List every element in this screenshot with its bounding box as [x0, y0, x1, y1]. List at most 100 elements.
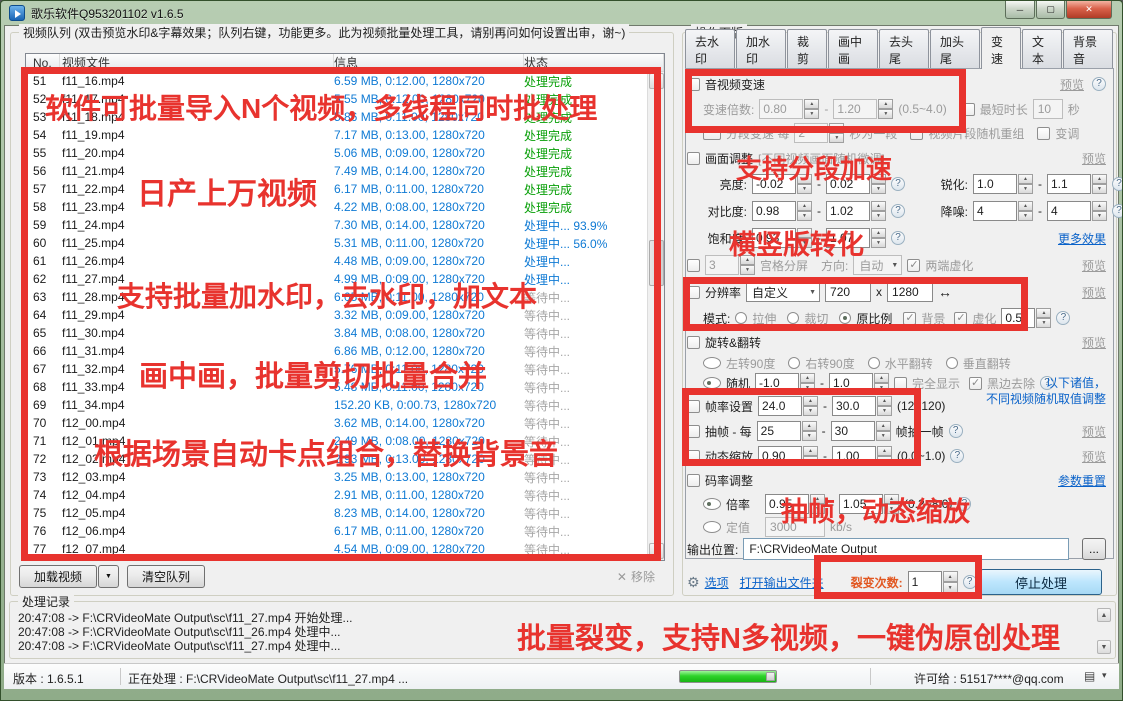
bitrate-checkbox[interactable] [687, 474, 700, 487]
stretch-radio[interactable] [735, 312, 747, 324]
edge-blur-checkbox[interactable] [907, 259, 920, 272]
table-row[interactable]: 62f11_27.mp44.99 MB, 0:09.00, 1280x720处理… [26, 270, 664, 288]
ratio-radio[interactable] [839, 312, 851, 324]
table-row[interactable]: 70f12_00.mp43.62 MB, 0:14.00, 1280x720等待… [26, 414, 664, 432]
segment-spinner[interactable]: 2▲▼ [794, 123, 844, 143]
table-row[interactable]: 55f11_20.mp45.06 MB, 0:09.00, 1280x720处理… [26, 144, 664, 162]
rotate-right-radio[interactable] [788, 357, 800, 369]
saturation-min-spinner[interactable]: 0.93▲▼ [752, 228, 812, 248]
table-row[interactable]: 65f11_30.mp43.84 MB, 0:08.00, 1280x720等待… [26, 324, 664, 342]
grid-spinner[interactable]: 3▲▼ [705, 255, 755, 275]
resolution-mode-dropdown[interactable]: 自定义▼ [746, 282, 820, 302]
grid-checkbox[interactable] [687, 259, 700, 272]
close-button[interactable]: ✕ [1066, 1, 1112, 19]
table-row[interactable]: 57f11_22.mp46.17 MB, 0:11.00, 1280x720处理… [26, 180, 664, 198]
saturation-help-icon[interactable]: ? [891, 231, 905, 245]
table-row[interactable]: 67f11_32.mp45.76 MB, 0:11.00, 1280x720等待… [26, 360, 664, 378]
log-scroll-down-icon[interactable]: ▼ [1097, 640, 1111, 654]
table-row[interactable]: 64f11_29.mp43.32 MB, 0:09.00, 1280x720等待… [26, 306, 664, 324]
table-row[interactable]: 52f11_17.mp45.55 MB, 0:12.00, 1280x720处理… [26, 90, 664, 108]
reset-params-link[interactable]: 参数重置 [1058, 472, 1106, 489]
brightness-max-spinner[interactable]: 0.02▲▼ [826, 174, 886, 194]
resolution-checkbox[interactable] [687, 286, 700, 299]
framerate-min-spinner[interactable]: 24.0▲▼ [758, 396, 818, 416]
denoise-max-spinner[interactable]: 4▲▼ [1047, 201, 1107, 221]
col-no[interactable]: No. [26, 54, 60, 71]
table-row[interactable]: 73f12_03.mp43.25 MB, 0:13.00, 1280x720等待… [26, 468, 664, 486]
full-display-checkbox[interactable] [894, 377, 907, 390]
saturation-max-spinner[interactable]: 1.07▲▼ [826, 228, 886, 248]
output-path-input[interactable]: F:\CRVideoMate Output [743, 538, 1069, 560]
brightness-min-spinner[interactable]: -0.02▲▼ [752, 174, 812, 194]
col-status[interactable]: 状态 [524, 54, 664, 71]
rotate-max-spinner[interactable]: 1.0▲▼ [829, 373, 889, 393]
bitrate-fixed-radio[interactable] [703, 521, 721, 533]
minlen-checkbox[interactable] [962, 103, 975, 116]
extract-max-spinner[interactable]: 30▲▼ [831, 421, 891, 441]
vflip-radio[interactable] [946, 357, 958, 369]
bitrate-ratio-radio[interactable] [703, 498, 721, 510]
crop-radio[interactable] [787, 312, 799, 324]
table-row[interactable]: 66f11_31.mp46.86 MB, 0:12.00, 1280x720等待… [26, 342, 664, 360]
bitrate-max-spinner[interactable]: 1.05▲▼ [839, 494, 899, 514]
scroll-thumb[interactable] [649, 240, 664, 286]
extract-preview-link[interactable]: 预览 [1082, 423, 1106, 440]
speed-max-spinner[interactable]: 1.20▲▼ [833, 99, 893, 119]
bg-checkbox[interactable] [903, 312, 916, 325]
dynzoom-max-spinner[interactable]: 1.00▲▼ [832, 446, 892, 466]
picture-preview-link[interactable]: 预览 [1082, 150, 1106, 167]
open-output-folder-link[interactable]: 打开输出文件夹 [740, 574, 824, 591]
resolution-height-input[interactable]: 1280 [887, 282, 933, 302]
dynzoom-preview-link[interactable]: 预览 [1082, 448, 1106, 465]
bitrate-min-spinner[interactable]: 0.95▲▼ [765, 494, 825, 514]
table-row[interactable]: 77f12_07.mp44.54 MB, 0:09.00, 1280x720等待… [26, 540, 664, 558]
list-scrollbar[interactable]: ▲ ▼ [647, 72, 664, 560]
table-row[interactable]: 51f11_16.mp46.59 MB, 0:12.00, 1280x720处理… [26, 72, 664, 90]
grid-direction-dropdown[interactable]: 自动▼ [853, 255, 902, 275]
contrast-min-spinner[interactable]: 0.98▲▼ [752, 201, 812, 221]
menu-arrow-icon[interactable]: ▾ [1102, 670, 1107, 681]
speed-min-spinner[interactable]: 0.80▲▼ [759, 99, 819, 119]
sharpen-min-spinner[interactable]: 1.0▲▼ [973, 174, 1033, 194]
stop-processing-button[interactable]: 停止处理 [980, 569, 1102, 595]
speed-preview-link[interactable]: 预览 [1060, 76, 1084, 93]
more-effects-link[interactable]: 更多效果 [1058, 230, 1106, 247]
table-row[interactable]: 61f11_26.mp44.48 MB, 0:09.00, 1280x720处理… [26, 252, 664, 270]
log-scroll-up-icon[interactable]: ▲ [1097, 608, 1111, 622]
table-row[interactable]: 75f12_05.mp48.23 MB, 0:14.00, 1280x720等待… [26, 504, 664, 522]
dynzoom-checkbox[interactable] [687, 450, 700, 463]
bitrate-help-icon[interactable]: ? [957, 497, 971, 511]
table-row[interactable]: 53f11_18.mp45.86 MB, 0:11.00, 1280x720处理… [26, 108, 664, 126]
table-row[interactable]: 74f12_04.mp42.91 MB, 0:11.00, 1280x720等待… [26, 486, 664, 504]
tab-画中画[interactable]: 画中画 [828, 29, 878, 69]
grid-preview-link[interactable]: 预览 [1082, 257, 1106, 274]
fission-spinner[interactable]: 1▲▼ [908, 571, 958, 593]
dynzoom-help-icon[interactable]: ? [950, 449, 964, 463]
scroll-down-icon[interactable]: ▼ [649, 543, 664, 559]
reorder-checkbox[interactable] [910, 127, 923, 140]
table-row[interactable]: 76f12_06.mp46.17 MB, 0:11.00, 1280x720等待… [26, 522, 664, 540]
extract-checkbox[interactable] [687, 425, 700, 438]
load-video-dropdown[interactable]: ▼ [98, 565, 119, 588]
table-row[interactable]: 54f11_19.mp47.17 MB, 0:13.00, 1280x720处理… [26, 126, 664, 144]
fission-help-icon[interactable]: ? [963, 575, 977, 589]
resolution-help-icon[interactable]: ? [1056, 311, 1070, 325]
speed-help-icon[interactable]: ? [1092, 77, 1106, 91]
rotate-left-radio[interactable] [703, 357, 721, 369]
minimize-button[interactable]: ─ [1005, 1, 1035, 19]
browse-button[interactable]: ... [1082, 538, 1106, 560]
tab-裁剪[interactable]: 裁剪 [787, 29, 827, 69]
blackedge-checkbox[interactable] [969, 377, 982, 390]
options-link[interactable]: 选项 [705, 574, 729, 591]
blur-checkbox[interactable] [954, 312, 967, 325]
segment-checkbox[interactable] [703, 127, 721, 140]
minlen-input[interactable]: 10 [1033, 99, 1063, 119]
video-list[interactable]: No. 视频文件 信息 状态 51f11_16.mp46.59 MB, 0:12… [25, 53, 665, 561]
table-row[interactable]: 56f11_21.mp47.49 MB, 0:14.00, 1280x720处理… [26, 162, 664, 180]
gear-icon[interactable]: ⚙ [687, 574, 700, 591]
table-row[interactable]: 59f11_24.mp47.30 MB, 0:14.00, 1280x720处理… [26, 216, 664, 234]
hflip-radio[interactable] [868, 357, 880, 369]
rotate-preview-link[interactable]: 预览 [1082, 334, 1106, 351]
denoise-help-icon[interactable]: ? [1112, 204, 1123, 218]
extract-min-spinner[interactable]: 25▲▼ [757, 421, 817, 441]
